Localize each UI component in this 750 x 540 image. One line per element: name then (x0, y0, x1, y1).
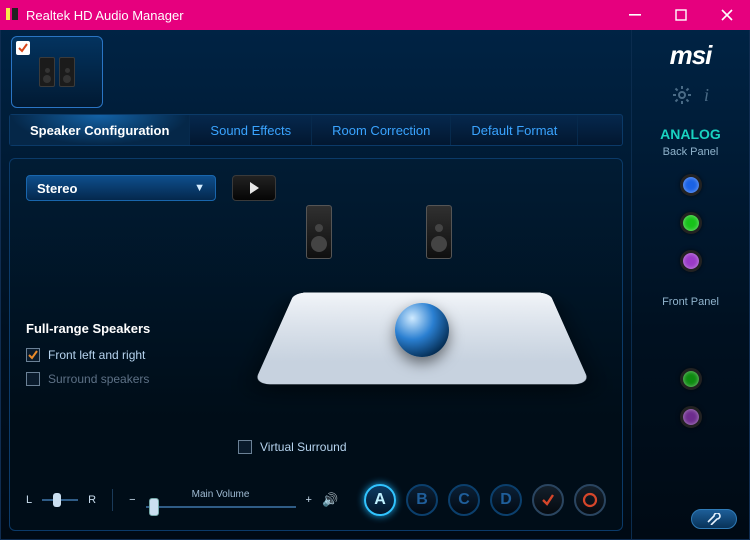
speaker-configuration-panel: Stereo ▼ Full-range Speakers Front left … (9, 158, 623, 531)
side-panel: msi i ANALOG Back Panel Front Panel (631, 30, 749, 539)
checkmark-icon (16, 41, 30, 55)
close-button[interactable] (704, 0, 750, 30)
connector-settings-button[interactable] (691, 509, 737, 529)
checkbox-icon (26, 348, 40, 362)
checkbox-label: Surround speakers (48, 372, 149, 386)
mini-speaker-icon (39, 57, 55, 87)
tab-sound-effects[interactable]: Sound Effects (190, 115, 312, 145)
speaker-mode-dropdown[interactable]: Stereo ▼ (26, 175, 216, 201)
vol-minus-label: − (129, 494, 135, 506)
main-volume-slider[interactable] (146, 502, 296, 512)
tab-speaker-configuration[interactable]: Speaker Configuration (10, 115, 190, 145)
checkmark-icon (540, 492, 556, 508)
stage-speaker-left[interactable] (306, 205, 332, 259)
back-panel-label: Back Panel (663, 146, 719, 158)
checkbox-surround-speakers[interactable]: Surround speakers (26, 372, 216, 386)
chevron-down-icon: ▼ (194, 182, 205, 194)
speaker-mode-value: Stereo (37, 181, 77, 196)
checkbox-label: Virtual Surround (260, 440, 347, 454)
checkbox-label: Front left and right (48, 348, 145, 362)
front-panel-label: Front Panel (662, 296, 719, 308)
checkbox-icon (238, 440, 252, 454)
tab-strip: Speaker Configuration Sound Effects Room… (9, 114, 623, 146)
tab-room-correction[interactable]: Room Correction (312, 115, 451, 145)
balance-right-label: R (88, 494, 96, 506)
mini-speaker-icon (59, 57, 75, 87)
brand-logo: msi (670, 40, 712, 71)
line-out-jack[interactable] (680, 212, 702, 234)
checkbox-front-left-right[interactable]: Front left and right (26, 348, 216, 362)
minimize-button[interactable] (612, 0, 658, 30)
window-title: Realtek HD Audio Manager (24, 8, 612, 23)
front-mic-jack[interactable] (680, 406, 702, 428)
analog-section-label: ANALOG (660, 126, 721, 142)
play-icon (247, 181, 261, 195)
divider (112, 489, 113, 511)
vol-plus-label: + (306, 494, 312, 506)
speaker-stage-visual: Virtual Surround (238, 201, 606, 468)
tab-default-format[interactable]: Default Format (451, 115, 578, 145)
main-volume-label: Main Volume (192, 489, 250, 500)
preset-button-d[interactable]: D (490, 484, 522, 516)
cancel-icon (582, 492, 598, 508)
wrench-icon (706, 513, 722, 525)
settings-gear-icon[interactable] (672, 85, 692, 110)
line-in-jack[interactable] (680, 174, 702, 196)
preset-button-c[interactable]: C (448, 484, 480, 516)
front-headphone-jack[interactable] (680, 368, 702, 390)
balance-left-label: L (26, 494, 32, 506)
stage-listener-orb (395, 303, 449, 357)
info-icon[interactable]: i (704, 85, 709, 110)
app-icon (0, 6, 24, 25)
mic-jack[interactable] (680, 250, 702, 272)
cancel-button[interactable] (574, 484, 606, 516)
device-tab-speakers[interactable] (11, 36, 103, 108)
preset-button-a[interactable]: A (364, 484, 396, 516)
maximize-button[interactable] (658, 0, 704, 30)
stage-speaker-right[interactable] (426, 205, 452, 259)
test-play-button[interactable] (232, 175, 276, 201)
checkbox-virtual-surround[interactable]: Virtual Surround (238, 440, 347, 454)
speaker-icon[interactable]: 🔊 (322, 492, 338, 508)
apply-button[interactable] (532, 484, 564, 516)
full-range-heading: Full-range Speakers (26, 321, 216, 336)
bottom-controls: L R − Main Volume + 🔊 (26, 478, 606, 522)
preset-button-b[interactable]: B (406, 484, 438, 516)
window-titlebar: Realtek HD Audio Manager (0, 0, 750, 30)
balance-slider[interactable] (42, 495, 78, 505)
checkbox-icon (26, 372, 40, 386)
